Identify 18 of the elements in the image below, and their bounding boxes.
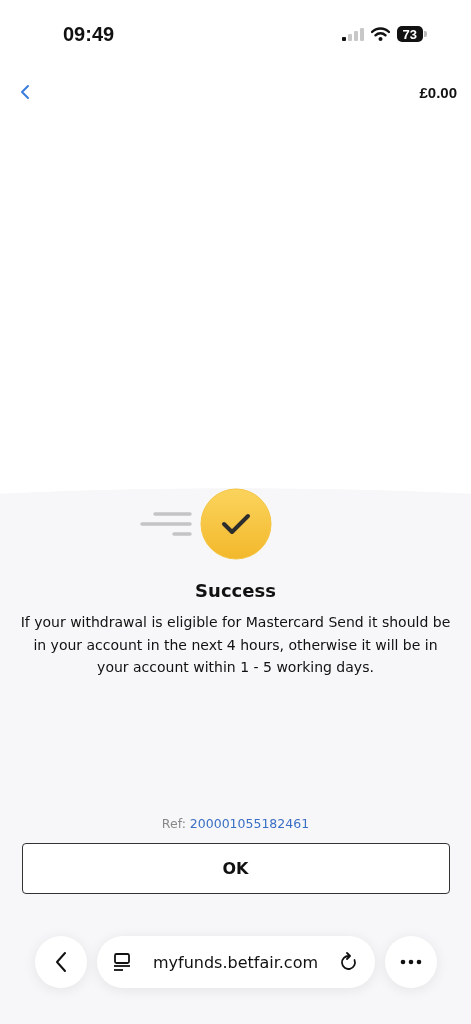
wifi-icon xyxy=(370,27,390,41)
address-bar[interactable]: myfunds.betfair.com xyxy=(96,936,375,988)
speed-lines-icon xyxy=(139,512,192,536)
signal-icon xyxy=(341,27,364,41)
success-title: Success xyxy=(195,580,276,601)
chevron-left-icon xyxy=(53,951,68,973)
reload-icon[interactable] xyxy=(340,952,359,972)
reference-number: 200001055182461 xyxy=(189,816,310,831)
reference-label: Ref: xyxy=(161,816,186,831)
success-check-icon xyxy=(199,488,272,560)
page-menu-icon[interactable] xyxy=(112,952,131,972)
ok-button[interactable]: OK xyxy=(21,843,450,894)
ellipsis-icon xyxy=(399,959,422,965)
account-balance: £0.00 xyxy=(419,83,457,101)
url-text: myfunds.betfair.com xyxy=(152,952,319,972)
back-icon[interactable] xyxy=(20,84,30,100)
status-time: 09:49 xyxy=(63,22,115,46)
success-message: If your withdrawal is eligible for Mastercard Send it should be in your account in the next 4 hours, otherwise it will be in your account within 1 - 5 working days. xyxy=(19,613,452,677)
